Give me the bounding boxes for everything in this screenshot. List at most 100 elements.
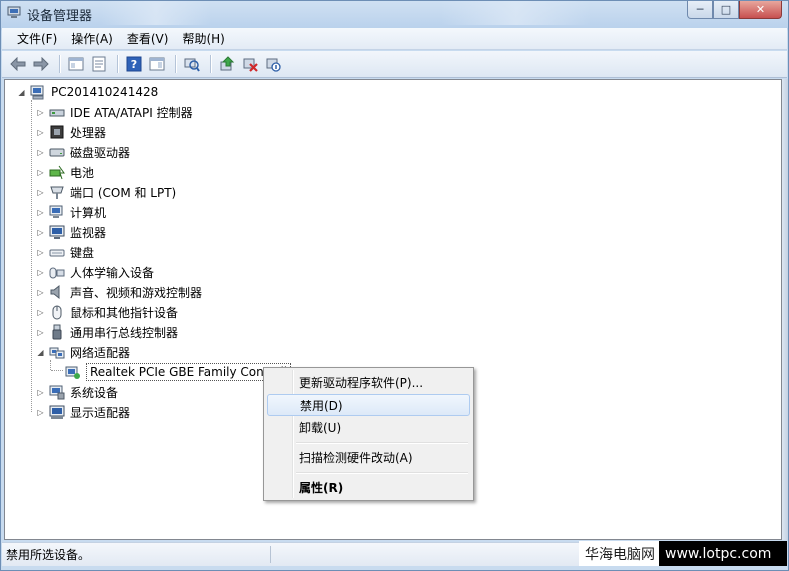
status-divider (270, 546, 271, 563)
uninstall-icon[interactable] (240, 54, 260, 74)
expand-arrow-icon[interactable]: ▷ (36, 168, 45, 177)
tree-item-processor[interactable]: ▷ 处理器 (36, 123, 106, 141)
background-blur (101, 1, 211, 25)
tree-item-port[interactable]: ▷ 端口 (COM 和 LPT) (36, 183, 176, 201)
properties-icon[interactable] (89, 54, 109, 74)
tree-item-sound[interactable]: ▷ 声音、视频和游戏控制器 (36, 283, 202, 301)
close-button[interactable]: ✕ (739, 1, 782, 19)
tree-item-label: 显示适配器 (70, 405, 131, 420)
expand-arrow-icon[interactable]: ▷ (36, 108, 45, 117)
tree-item-monitor[interactable]: ▷ 监视器 (36, 223, 106, 241)
tree-item-realtek[interactable]: Realtek PCIe GBE Family Controll (65, 363, 292, 381)
menu-separator (296, 442, 468, 444)
expand-arrow-icon[interactable]: ▷ (36, 308, 45, 317)
expand-arrow-icon[interactable]: ▷ (36, 388, 45, 397)
back-arrow-icon[interactable] (8, 54, 28, 74)
battery-icon (49, 164, 65, 180)
tree-item-mouse[interactable]: ▷ 鼠标和其他指针设备 (36, 303, 178, 321)
tree-item-label: Realtek PCIe GBE Family Controll (90, 365, 288, 379)
menu-view[interactable]: 查看(V) (120, 30, 176, 47)
tree-item-system[interactable]: ▷ 系统设备 (36, 383, 118, 401)
tree-item-label: 鼠标和其他指针设备 (70, 305, 179, 320)
menu-disable[interactable]: 禁用(D) (267, 394, 470, 416)
tree-item-battery[interactable]: ▷ 电池 (36, 163, 94, 181)
monitor-icon (49, 224, 65, 240)
selected-device-label[interactable]: Realtek PCIe GBE Family Controll (86, 363, 292, 381)
expand-arrow-icon[interactable]: ▷ (36, 128, 45, 137)
title-bar[interactable]: 设备管理器 ─ □ ✕ (1, 1, 788, 25)
menu-bar: 文件(F) 操作(A) 查看(V) 帮助(H) (2, 28, 787, 50)
disk-drive-icon (49, 144, 65, 160)
system-device-icon (49, 384, 65, 400)
tree-connector (31, 100, 32, 412)
ide-controller-icon (49, 104, 65, 120)
expand-arrow-icon[interactable]: ▷ (36, 288, 45, 297)
menu-separator (296, 472, 468, 474)
menu-scan-hardware[interactable]: 扫描检测硬件改动(A) (267, 446, 470, 468)
expand-arrow-icon[interactable]: ▷ (36, 408, 45, 417)
mouse-icon (49, 304, 65, 320)
minimize-button[interactable]: ─ (687, 1, 713, 19)
tree-item-display[interactable]: ▷ 显示适配器 (36, 403, 130, 421)
watermark-url: www.lotpc.com (659, 541, 787, 566)
tree-item-label: 系统设备 (70, 385, 119, 400)
tree-item-label: 端口 (COM 和 LPT) (70, 185, 177, 200)
processor-icon (49, 124, 65, 140)
toolbar: ? (2, 51, 787, 78)
tree-connector (51, 370, 63, 371)
expand-arrow-icon[interactable]: ▷ (36, 188, 45, 197)
tree-item-usb[interactable]: ▷ 通用串行总线控制器 (36, 323, 178, 341)
tree-root[interactable]: ◢ PC201410241428 (17, 83, 158, 101)
tree-item-computer[interactable]: ▷ 计算机 (36, 203, 106, 221)
tree-item-label: IDE ATA/ATAPI 控制器 (70, 105, 193, 120)
toolbar-separator (210, 55, 212, 73)
disable-icon[interactable] (263, 54, 283, 74)
background-blur (441, 1, 591, 25)
network-card-icon (65, 364, 81, 380)
menu-properties[interactable]: 属性(R) (267, 476, 470, 498)
tree-item-disk[interactable]: ▷ 磁盘驱动器 (36, 143, 130, 161)
tree-item-label: 监视器 (70, 225, 107, 240)
expand-arrow-icon[interactable]: ▷ (36, 208, 45, 217)
svg-text:?: ? (131, 58, 137, 71)
port-icon (49, 184, 65, 200)
maximize-button[interactable]: □ (713, 1, 739, 19)
scan-hardware-icon[interactable] (182, 54, 202, 74)
show-hide-tree-icon[interactable] (66, 54, 86, 74)
tree-item-label: 声音、视频和游戏控制器 (70, 285, 203, 300)
help-icon[interactable]: ? (124, 54, 144, 74)
menu-file[interactable]: 文件(F) (10, 30, 64, 47)
expand-arrow-icon[interactable]: ▷ (36, 148, 45, 157)
update-driver-icon[interactable] (217, 54, 237, 74)
tree-item-label: 人体学输入设备 (70, 265, 155, 280)
tree-item-label: 磁盘驱动器 (70, 145, 131, 160)
expand-arrow-icon[interactable]: ▷ (36, 268, 45, 277)
forward-arrow-icon[interactable] (31, 54, 51, 74)
menu-uninstall[interactable]: 卸载(U) (267, 416, 470, 438)
tree-item-keyboard[interactable]: ▷ 键盘 (36, 243, 94, 261)
status-text: 禁用所选设备。 (6, 548, 91, 562)
expand-arrow-icon[interactable]: ▷ (36, 328, 45, 337)
computer-icon (49, 204, 65, 220)
show-action-pane-icon[interactable] (147, 54, 167, 74)
menu-action[interactable]: 操作(A) (64, 30, 120, 47)
tree-item-ide[interactable]: ▷ IDE ATA/ATAPI 控制器 (36, 103, 193, 121)
expand-arrow-icon[interactable]: ▷ (36, 228, 45, 237)
tree-item-hid[interactable]: ▷ 人体学输入设备 (36, 263, 154, 281)
network-adapter-icon (49, 344, 65, 360)
tree-item-label: 计算机 (70, 205, 107, 220)
collapse-arrow-icon[interactable]: ◢ (17, 88, 26, 97)
expand-arrow-icon[interactable]: ▷ (36, 248, 45, 257)
watermark: 华海电脑网 www.lotpc.com (579, 541, 787, 566)
display-adapter-icon (49, 404, 65, 420)
keyboard-icon (49, 244, 65, 260)
hid-icon (49, 264, 65, 280)
sound-icon (49, 284, 65, 300)
caption-buttons: ─ □ ✕ (687, 1, 782, 20)
watermark-site-name: 华海电脑网 (579, 541, 659, 566)
collapse-arrow-icon[interactable]: ◢ (36, 348, 45, 357)
tree-item-network[interactable]: ◢ 网络适配器 (36, 343, 130, 361)
device-manager-icon (7, 6, 21, 19)
menu-help[interactable]: 帮助(H) (175, 30, 231, 47)
menu-update-driver[interactable]: 更新驱动程序软件(P)... (267, 371, 470, 393)
